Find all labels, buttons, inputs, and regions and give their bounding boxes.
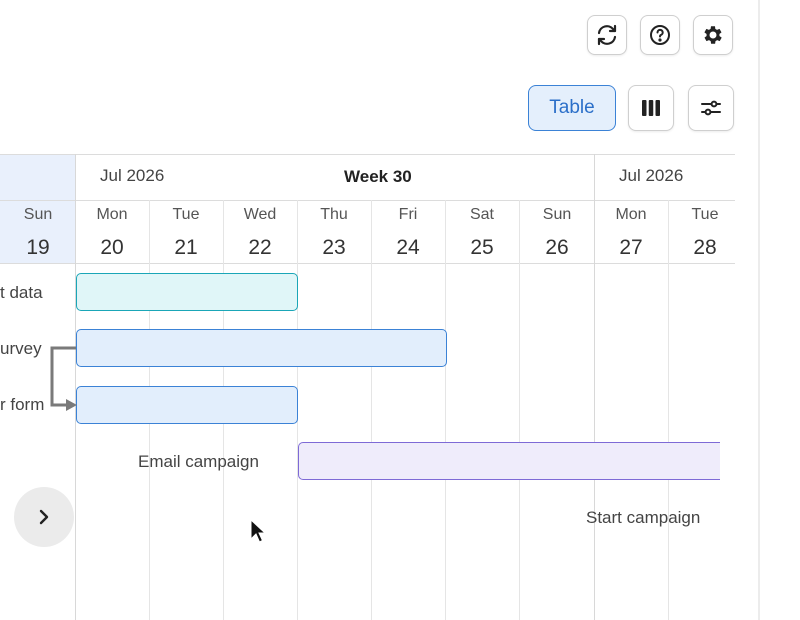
day-name: Wed (243, 206, 277, 223)
chevron-right-icon (39, 509, 49, 525)
task-label: t data (0, 283, 43, 302)
task-label: r form (0, 395, 45, 414)
day-number: 24 (396, 236, 420, 259)
day-name: Mon (96, 206, 128, 223)
sync-icon (597, 24, 617, 46)
day-name: Tue (691, 206, 719, 223)
day-number: 23 (322, 236, 346, 259)
header-top-border (0, 154, 735, 155)
columns-icon (642, 100, 660, 116)
board-view-button[interactable] (628, 85, 674, 131)
task-bar[interactable] (298, 442, 720, 480)
day-row-border (0, 263, 735, 264)
table-view-button[interactable]: Table (528, 85, 616, 131)
day-number: 28 (693, 236, 717, 259)
day-divider (519, 200, 520, 620)
dependency-arrow (50, 346, 77, 411)
day-divider (445, 200, 446, 620)
day-name: Tue (172, 206, 200, 223)
help-icon (650, 25, 670, 45)
day-name: Sun (23, 206, 53, 223)
sync-button[interactable] (587, 15, 627, 55)
task-bar[interactable] (76, 386, 298, 424)
day-number: 25 (470, 236, 494, 259)
settings-button[interactable] (693, 15, 733, 55)
task-label: urvey (0, 339, 42, 358)
gear-icon (704, 26, 722, 44)
day-divider (668, 200, 669, 620)
day-name: Mon (615, 206, 647, 223)
week-label: Week 30 (344, 167, 412, 186)
month-label: Jul 2026 (100, 166, 165, 185)
task-label: Email campaign (138, 452, 259, 471)
task-label: Start campaign (586, 508, 701, 527)
task-bar[interactable] (76, 329, 447, 367)
mouse-cursor-icon (250, 519, 266, 543)
month-label: Jul 2026 (619, 166, 684, 185)
month-row-border (0, 200, 735, 201)
day-name: Fri (398, 206, 418, 223)
filter-settings-button[interactable] (688, 85, 734, 131)
task-bar[interactable] (76, 273, 298, 311)
day-number: 22 (248, 236, 272, 259)
help-button[interactable] (640, 15, 680, 55)
day-name: Sat (469, 206, 494, 223)
day-number: 26 (545, 236, 569, 259)
day-number: 27 (619, 236, 643, 259)
day-number: 20 (100, 236, 124, 259)
scroll-right-button[interactable] (14, 487, 74, 547)
day-divider (371, 200, 372, 620)
day-name: Sun (542, 206, 572, 223)
panel-edge (758, 0, 760, 620)
day-number: 21 (174, 236, 198, 259)
day-number: 19 (26, 236, 50, 259)
sliders-icon (701, 100, 721, 116)
day-name: Thu (320, 206, 348, 223)
